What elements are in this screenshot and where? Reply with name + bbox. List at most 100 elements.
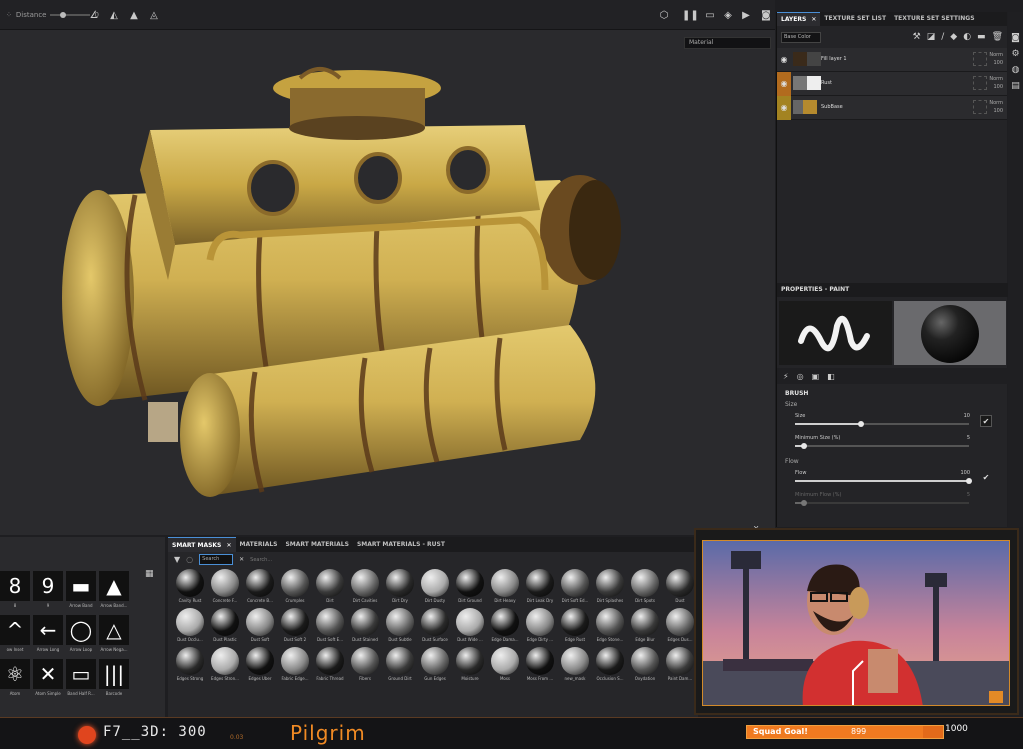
- camera-frame-icon[interactable]: ▭: [704, 10, 716, 22]
- smart-mask-item[interactable]: Moss From ...: [523, 647, 557, 685]
- smart-mask-item[interactable]: Occlusion S...: [593, 647, 627, 685]
- smart-mask-item[interactable]: Fibers: [348, 647, 382, 685]
- smart-mask-item[interactable]: Concrete B...: [243, 569, 277, 607]
- smart-mask-item[interactable]: Dust Soft: [243, 608, 277, 646]
- display-mode-select[interactable]: Material: [684, 37, 771, 49]
- stencil-icon[interactable]: ◬: [148, 10, 160, 22]
- alpha-item[interactable]: ▲ Arrow Band...: [99, 571, 129, 615]
- alpha-item[interactable]: ✕ Atom Simple: [33, 659, 63, 703]
- shelf-search-input-2[interactable]: Search...: [250, 557, 272, 563]
- smart-mask-item[interactable]: Cavity Rust: [173, 569, 207, 607]
- screenshot-icon[interactable]: ◙: [760, 10, 772, 22]
- smart-mask-item[interactable]: Fabric Edge...: [278, 647, 312, 685]
- tab-smart-materials-rust[interactable]: SMART MATERIALS - RUST: [353, 537, 449, 552]
- lazy-mouse-icon[interactable]: ▲: [128, 10, 140, 22]
- size-slider-row[interactable]: Size 10 ✔: [795, 411, 1000, 433]
- smart-mask-item[interactable]: Dirt Dry: [383, 569, 417, 607]
- tab-materials[interactable]: MATERIALS: [236, 537, 282, 552]
- smart-mask-item[interactable]: Dust Soft E...: [313, 608, 347, 646]
- add-layer-icon[interactable]: ◪: [927, 32, 936, 42]
- smart-mask-item[interactable]: Edges Strong: [173, 647, 207, 685]
- angle-icon[interactable]: ∠: [88, 10, 100, 22]
- smart-mask-item[interactable]: Edges Stron...: [208, 647, 242, 685]
- smart-mask-item[interactable]: Edges Dus...: [663, 608, 697, 646]
- smart-mask-item[interactable]: Dirt Heavy: [488, 569, 522, 607]
- min-flow-knob[interactable]: [800, 500, 807, 506]
- wrench-icon[interactable]: ⚒: [913, 32, 921, 42]
- size-knob[interactable]: [858, 421, 865, 427]
- smart-mask-item[interactable]: Dust Occlu...: [173, 608, 207, 646]
- smart-mask-item[interactable]: Dust Stained: [348, 608, 382, 646]
- pen-pressure-icon[interactable]: ✔: [980, 472, 992, 484]
- smart-mask-item[interactable]: Dust Subtle: [383, 608, 417, 646]
- smart-mask-item[interactable]: Paint Dam...: [663, 647, 697, 685]
- distance-control[interactable]: ⁘ Distance 0: [6, 8, 99, 22]
- tab-smart-materials[interactable]: SMART MATERIALS: [281, 537, 352, 552]
- circle-filter-icon[interactable]: ○: [186, 555, 193, 564]
- min-size-knob[interactable]: [800, 443, 807, 449]
- layer-dot-box[interactable]: [973, 52, 987, 66]
- alpha-item[interactable]: ||| Barcode: [99, 659, 129, 703]
- visibility-eye-icon[interactable]: ◉: [777, 72, 791, 96]
- folder-icon[interactable]: ▬: [977, 32, 986, 42]
- trash-icon[interactable]: 🗑: [992, 32, 1003, 42]
- smart-mask-item[interactable]: Moisture: [453, 647, 487, 685]
- mask-icon[interactable]: ◐: [963, 32, 971, 42]
- min-size-slider-row[interactable]: Minimum Size (%) 5: [795, 433, 1000, 455]
- alpha-item[interactable]: △ Arrow Nega...: [99, 615, 129, 659]
- video-icon[interactable]: ▶: [740, 10, 752, 22]
- smart-mask-item[interactable]: Dust Plastic: [208, 608, 242, 646]
- smart-mask-item[interactable]: Dirt Splashes: [593, 569, 627, 607]
- smart-mask-item[interactable]: Dirt Leak Dry: [523, 569, 557, 607]
- layer-dot-box[interactable]: [973, 76, 987, 90]
- size-slider[interactable]: [795, 421, 969, 427]
- settings-icon[interactable]: ⚙: [1008, 46, 1023, 62]
- alpha-item[interactable]: 99: [33, 571, 63, 615]
- 3d-box-icon[interactable]: ◈: [722, 10, 734, 22]
- clear-search-icon[interactable]: ✕: [239, 556, 244, 563]
- alpha-tab-icon[interactable]: ◧: [827, 372, 835, 381]
- grid-view-icon[interactable]: ▦: [145, 569, 154, 579]
- layer-row-rust[interactable]: ◉ Rust Norm 100: [777, 72, 1007, 96]
- smart-mask-item[interactable]: Dust Wide ...: [453, 608, 487, 646]
- layer-blend[interactable]: Norm 100: [989, 99, 1003, 115]
- pause-icon[interactable]: ❚❚: [682, 10, 699, 22]
- tab-layers[interactable]: LAYERS ✕: [777, 12, 821, 26]
- smart-mask-item[interactable]: Dirt Cavities: [348, 569, 382, 607]
- smart-mask-item[interactable]: Edge Rust: [558, 608, 592, 646]
- smart-mask-item[interactable]: Dirt: [313, 569, 347, 607]
- distance-slider[interactable]: [50, 12, 91, 18]
- material-tab-icon[interactable]: ◎: [797, 372, 804, 381]
- smart-mask-item[interactable]: Dirt Dusty: [418, 569, 452, 607]
- stencil-tab-icon[interactable]: ▣: [812, 372, 820, 381]
- alpha-item[interactable]: ← Arrow Long: [33, 615, 63, 659]
- tab-texture-set-settings[interactable]: TEXTURE SET SETTINGS: [890, 12, 978, 26]
- smart-mask-item[interactable]: Edges Uber: [243, 647, 277, 685]
- layer-dot-box[interactable]: [973, 100, 987, 114]
- layer-row-fill[interactable]: ◉ Fill layer 1 Norm 100: [777, 48, 1007, 72]
- channel-select[interactable]: Base Color: [781, 31, 821, 43]
- smart-mask-item[interactable]: Edge Stone...: [593, 608, 627, 646]
- alpha-item[interactable]: ▭ Band Half R...: [66, 659, 96, 703]
- visibility-eye-icon[interactable]: ◉: [777, 48, 791, 72]
- smart-mask-item[interactable]: Edge Dama...: [488, 608, 522, 646]
- camera-icon[interactable]: ◙: [1008, 30, 1023, 46]
- smart-mask-item[interactable]: Dirt Ground: [453, 569, 487, 607]
- alpha-item[interactable]: ◯ Arrow Loop: [66, 615, 96, 659]
- visibility-eye-icon[interactable]: ◉: [777, 96, 791, 120]
- symmetry-icon[interactable]: ◭: [108, 10, 120, 22]
- brush-tab-icon[interactable]: ⚡: [783, 372, 789, 381]
- pen-pressure-icon[interactable]: ✔: [980, 415, 992, 427]
- 3d-viewport[interactable]: Y X Z: [0, 30, 775, 541]
- smart-mask-item[interactable]: Oxydation: [628, 647, 662, 685]
- close-icon[interactable]: ✕: [226, 542, 231, 549]
- smart-mask-item[interactable]: Edge Blur: [628, 608, 662, 646]
- smart-mask-item[interactable]: Crumples: [278, 569, 312, 607]
- flow-knob[interactable]: [966, 478, 972, 484]
- shelf-search-input[interactable]: Search: [199, 554, 234, 565]
- smart-mask-item[interactable]: Edge Dirty ...: [523, 608, 557, 646]
- close-icon[interactable]: ✕: [811, 16, 816, 23]
- brush-icon[interactable]: /: [941, 32, 944, 42]
- alpha-item[interactable]: ^ ow Inset: [0, 615, 30, 659]
- smart-mask-item[interactable]: Concrete F...: [208, 569, 242, 607]
